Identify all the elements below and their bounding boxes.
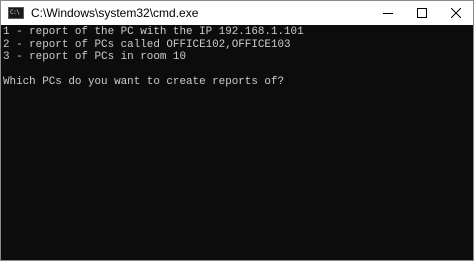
console-line: 1 - report of the PC with the IP 192.168…: [3, 26, 304, 38]
minimize-button[interactable]: [371, 1, 405, 25]
console-prompt-line: Which PCs do you want to create reports …: [3, 76, 285, 88]
maximize-button[interactable]: [405, 1, 439, 25]
console-output[interactable]: 1 - report of the PC with the IP 192.168…: [1, 25, 473, 260]
maximize-icon: [417, 8, 427, 18]
minimize-icon: [383, 13, 393, 14]
close-icon: [451, 8, 461, 18]
console-line: 3 - report of PCs in room 10: [3, 51, 186, 63]
cmd-icon[interactable]: C:\: [8, 7, 24, 19]
caption-buttons: [371, 1, 473, 25]
console-line: 2 - report of PCs called OFFICE102,OFFIC…: [3, 38, 291, 51]
title-bar[interactable]: C:\ C:\Windows\system32\cmd.exe: [1, 1, 473, 25]
cmd-icon-glyph: C:\: [10, 9, 20, 16]
window-title: C:\Windows\system32\cmd.exe: [31, 6, 199, 20]
cmd-window: C:\ C:\Windows\system32\cmd.exe 1 - repo…: [0, 0, 474, 261]
close-button[interactable]: [439, 1, 473, 25]
